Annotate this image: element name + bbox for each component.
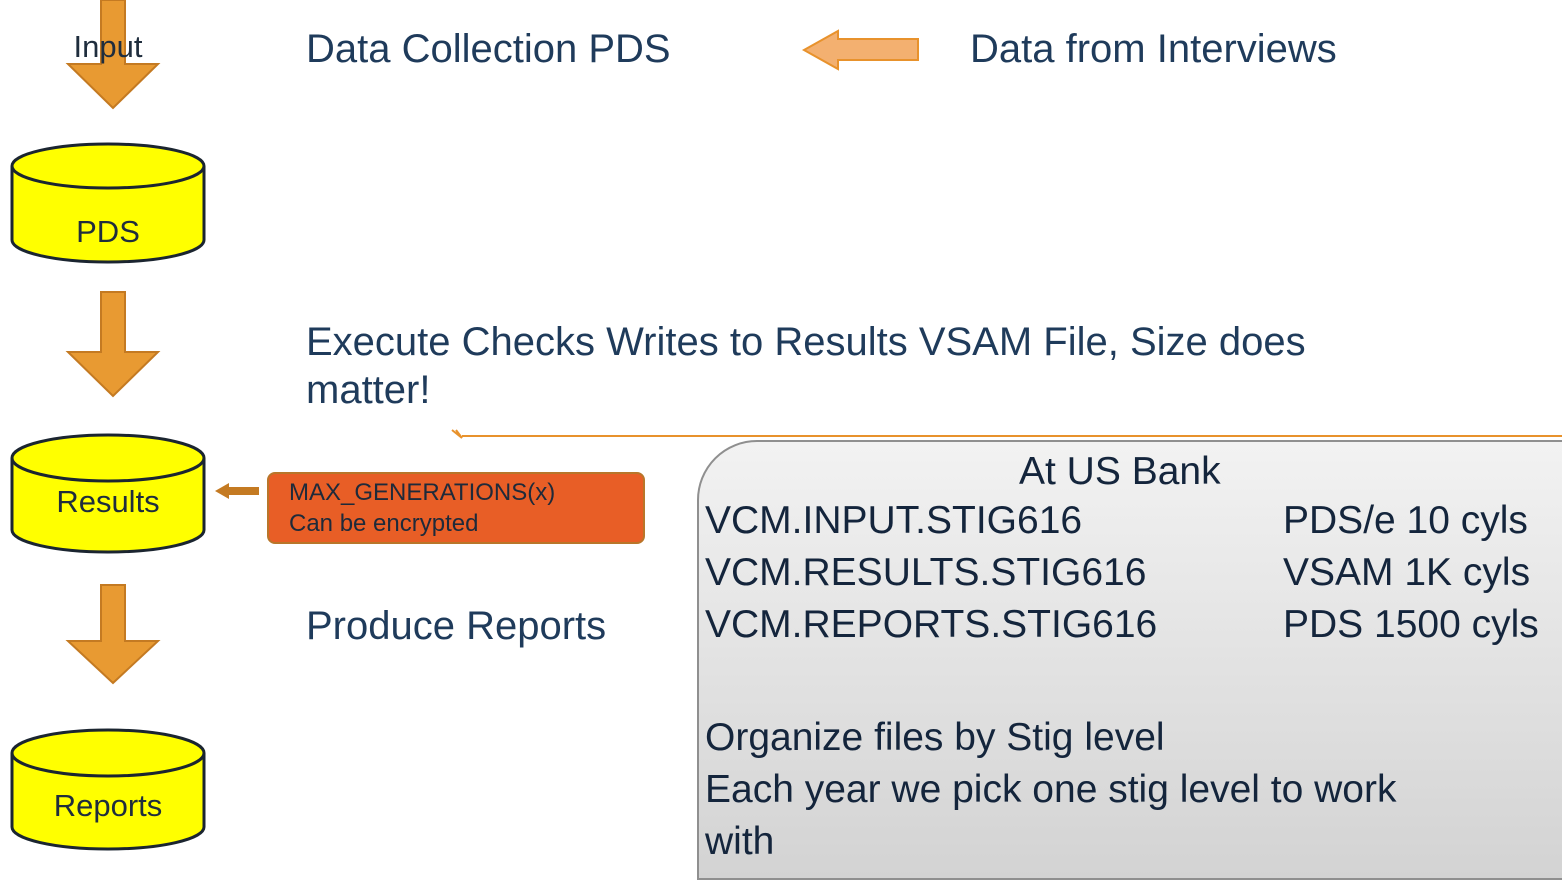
us-bank-panel: At US Bank VCM.INPUT.STIG616 PDS/e 10 cy… — [697, 440, 1562, 880]
callout-line2: Can be encrypted — [289, 510, 479, 537]
panel-note: Each year we pick one stig level to work — [705, 768, 1397, 811]
reports-label: Reports — [53, 788, 163, 823]
produce-reports-step: Produce Reports — [306, 604, 607, 648]
data-source-label: Data from Interviews — [970, 27, 1337, 71]
left-arrow-icon — [215, 483, 259, 499]
callout-line1: MAX_GENERATIONS(x) — [289, 479, 556, 506]
panel-note: Organize files by Stig level — [705, 716, 1165, 759]
dataset-name: VCM.INPUT.STIG616 — [705, 499, 1083, 542]
execute-checks-step-cont: matter! — [306, 368, 431, 412]
results-label: Results — [56, 484, 160, 519]
down-arrow-icon — [65, 291, 161, 398]
data-collection-step: Data Collection PDS — [306, 27, 671, 71]
reports-cylinder: Reports — [10, 727, 206, 853]
dataset-name: VCM.REPORTS.STIG616 — [705, 603, 1158, 646]
execute-checks-step: Execute Checks Writes to Results VSAM Fi… — [306, 320, 1306, 364]
results-cylinder: Results — [10, 432, 206, 556]
input-pds-cylinder: Input PDS — [10, 29, 206, 264]
dataset-desc: PDS/e 10 cyls — [1283, 499, 1528, 542]
input-label-line1: Input — [73, 29, 143, 64]
dataset-desc: PDS 1500 cyls — [1283, 603, 1539, 646]
panel-note: with — [705, 820, 775, 863]
dataset-name: VCM.RESULTS.STIG616 — [705, 551, 1147, 594]
dataset-desc: VSAM 1K cyls — [1283, 551, 1531, 594]
left-arrow-icon — [801, 29, 919, 71]
down-arrow-icon — [65, 584, 161, 685]
input-label-line2: PDS — [76, 214, 140, 249]
generations-callout: MAX_GENERATIONS(x) Can be encrypted — [267, 472, 645, 544]
panel-title: At US Bank — [1019, 450, 1221, 493]
